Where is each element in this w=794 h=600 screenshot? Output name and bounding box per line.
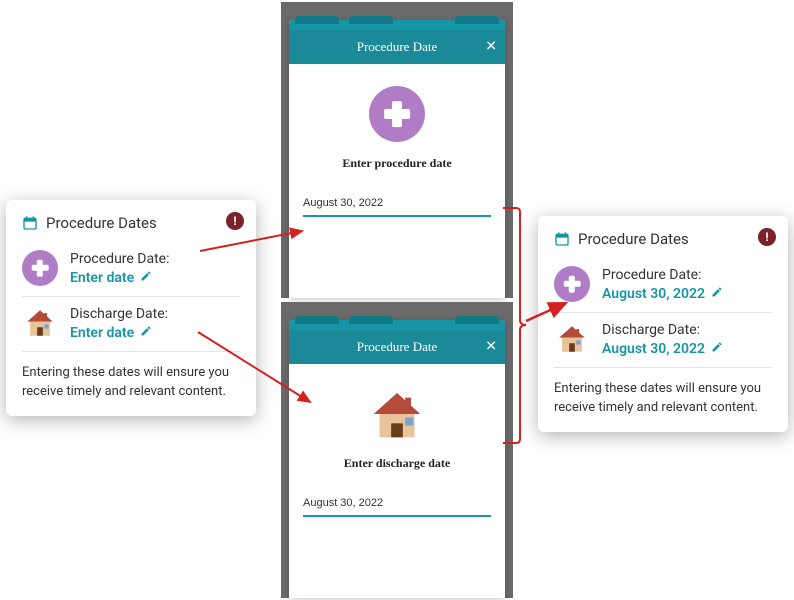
- discharge-date-input[interactable]: [303, 493, 491, 517]
- discharge-date-row[interactable]: Discharge Date: August 30, 2022: [554, 313, 772, 368]
- procedure-date-modal-frame: Procedure Date ✕ Enter procedure date: [281, 2, 513, 298]
- discharge-date-modal: Procedure Date ✕ Enter discharge date: [289, 320, 505, 598]
- discharge-date-value[interactable]: Enter date: [70, 325, 152, 341]
- close-icon[interactable]: ✕: [485, 339, 497, 356]
- discharge-date-value[interactable]: August 30, 2022: [602, 341, 723, 357]
- discharge-date-label: Discharge Date:: [602, 322, 772, 338]
- card-header: Procedure Dates !: [554, 230, 772, 248]
- plus-circle-icon: [369, 86, 425, 142]
- modal-tabs: [289, 320, 505, 330]
- modal-header: Procedure Date ✕: [289, 30, 505, 64]
- calendar-icon: [554, 231, 570, 247]
- house-icon: [554, 321, 590, 357]
- procedure-dates-card-after: Procedure Dates ! Procedure Date: August…: [538, 216, 788, 432]
- modal-tabs: [289, 20, 505, 30]
- discharge-date-modal-frame: Procedure Date ✕ Enter discharge date: [281, 302, 513, 598]
- procedure-date-input[interactable]: [303, 193, 491, 217]
- calendar-icon: [22, 215, 38, 231]
- pencil-icon: [140, 325, 152, 341]
- pencil-icon: [711, 286, 723, 302]
- procedure-date-value[interactable]: August 30, 2022: [602, 286, 723, 302]
- procedure-date-row[interactable]: Procedure Date: August 30, 2022: [554, 258, 772, 313]
- card-title: Procedure Dates: [578, 230, 689, 248]
- modal-header: Procedure Date ✕: [289, 330, 505, 364]
- modal-prompt: Enter discharge date: [344, 456, 450, 471]
- discharge-date-row[interactable]: Discharge Date: Enter date: [22, 297, 240, 352]
- pencil-icon: [711, 341, 723, 357]
- modal-title: Procedure Date: [357, 339, 438, 355]
- procedure-date-value[interactable]: Enter date: [70, 270, 152, 286]
- discharge-date-label: Discharge Date:: [70, 306, 240, 322]
- alert-icon: !: [226, 212, 244, 230]
- house-icon: [369, 386, 425, 442]
- procedure-date-label: Procedure Date:: [70, 251, 240, 267]
- helper-text: Entering these dates will ensure you rec…: [22, 364, 240, 402]
- modal-prompt: Enter procedure date: [342, 156, 451, 171]
- plus-circle-icon: [554, 266, 590, 302]
- close-icon[interactable]: ✕: [485, 39, 497, 56]
- procedure-dates-card-before: Procedure Dates ! Procedure Date: Enter …: [6, 200, 256, 416]
- card-title: Procedure Dates: [46, 214, 157, 232]
- modal-title: Procedure Date: [357, 39, 438, 55]
- card-header: Procedure Dates !: [22, 214, 240, 232]
- house-icon: [22, 305, 58, 341]
- procedure-date-row[interactable]: Procedure Date: Enter date: [22, 242, 240, 297]
- pencil-icon: [140, 270, 152, 286]
- plus-circle-icon: [22, 250, 58, 286]
- helper-text: Entering these dates will ensure you rec…: [554, 380, 772, 418]
- alert-icon: !: [758, 228, 776, 246]
- procedure-date-label: Procedure Date:: [602, 267, 772, 283]
- procedure-date-modal: Procedure Date ✕ Enter procedure date: [289, 20, 505, 298]
